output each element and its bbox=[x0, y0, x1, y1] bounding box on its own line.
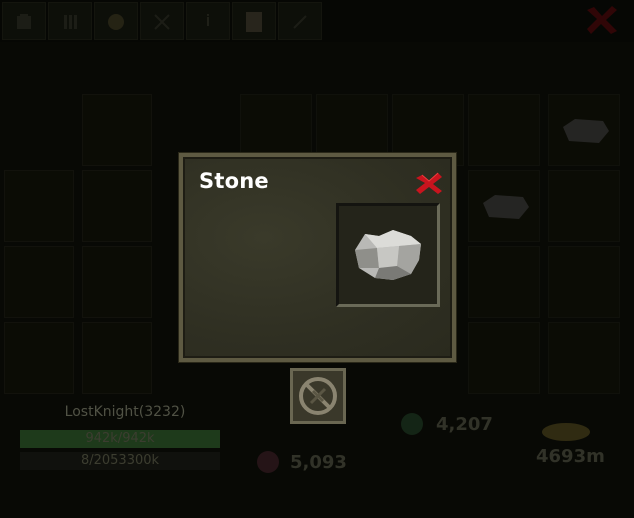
game-screen: i LostKnight(3232) 942k/942k 8/2053300k … bbox=[0, 0, 634, 518]
close-icon[interactable] bbox=[414, 171, 444, 195]
popup-title: Stone bbox=[199, 169, 269, 193]
no-drop-icon bbox=[299, 377, 337, 415]
drop-item-button[interactable] bbox=[290, 368, 346, 424]
item-popup: Stone bbox=[179, 153, 456, 362]
stone-icon bbox=[355, 230, 421, 280]
item-preview-slot bbox=[336, 203, 440, 307]
